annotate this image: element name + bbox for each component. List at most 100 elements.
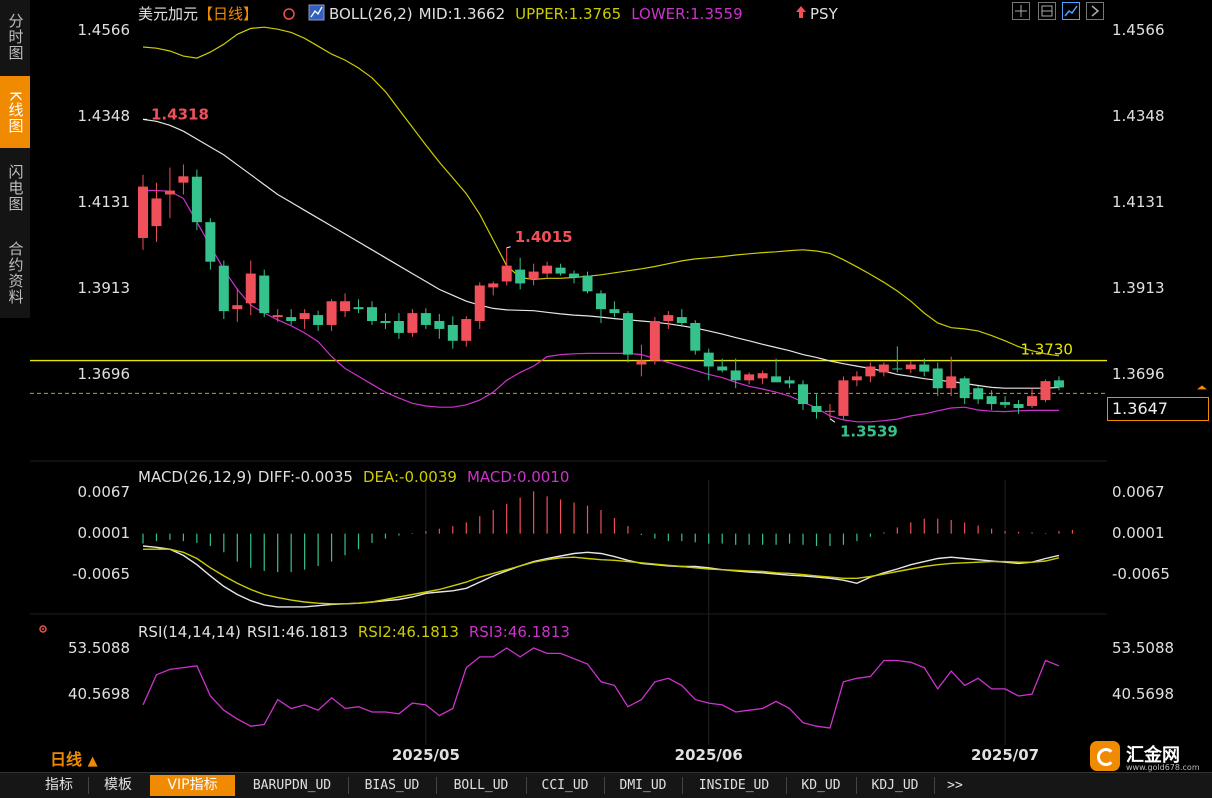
candle bbox=[407, 313, 418, 333]
candle bbox=[178, 176, 189, 183]
candle bbox=[636, 360, 647, 365]
candle bbox=[515, 269, 526, 284]
tab-kdj-ud[interactable]: KDJ_UD bbox=[860, 775, 930, 796]
candle bbox=[232, 305, 243, 310]
candle bbox=[973, 388, 984, 400]
candle bbox=[1027, 396, 1038, 407]
candle bbox=[353, 307, 364, 310]
tab-indicators[interactable]: 指标 bbox=[34, 775, 84, 796]
tab-dmi-ud[interactable]: DMI_UD bbox=[608, 775, 678, 796]
last-price-box: 1.3647 bbox=[1107, 397, 1209, 421]
psy-up-arrow-icon bbox=[796, 6, 806, 18]
candle bbox=[878, 364, 889, 373]
x-tick-2: 2025/07 bbox=[971, 746, 1039, 764]
crosshair-icon[interactable] bbox=[1012, 2, 1030, 20]
y-tick-right-3: 1.3913 bbox=[1112, 279, 1165, 297]
tab-flash-chart[interactable]: 闪电图 bbox=[0, 150, 30, 225]
candle bbox=[299, 313, 310, 320]
period-selector[interactable]: 日线 ▲ bbox=[50, 746, 98, 770]
add-indicator-icon bbox=[283, 8, 295, 20]
candle bbox=[811, 406, 822, 412]
rsi-line bbox=[142, 647, 1060, 729]
x-tick-1: 2025/06 bbox=[675, 746, 743, 764]
candle bbox=[582, 275, 593, 292]
candle bbox=[542, 265, 553, 274]
y-tick-left-3: 1.3913 bbox=[78, 279, 131, 297]
tab-bias-ud[interactable]: BIAS_UD bbox=[352, 775, 432, 796]
candle bbox=[865, 366, 876, 377]
tab-boll-ud[interactable]: BOLL_UD bbox=[440, 775, 522, 796]
candle bbox=[380, 321, 391, 323]
tab-templates[interactable]: 模板 bbox=[92, 775, 144, 796]
chart-type-icon[interactable] bbox=[1062, 2, 1080, 20]
tab-cci-ud[interactable]: CCI_UD bbox=[530, 775, 600, 796]
candle bbox=[205, 222, 216, 262]
boll-legend: BOLL(26,2) MID:1.3662 UPPER:1.3765 LOWER:1.… bbox=[329, 5, 743, 23]
y-tick-left-1: 1.4348 bbox=[78, 107, 131, 125]
candle bbox=[919, 364, 930, 372]
candle bbox=[555, 267, 566, 274]
side-tabs: 分时图 K线图 闪电图 合约资料 bbox=[0, 0, 30, 318]
candle bbox=[434, 321, 445, 329]
swing-high-label: 1.4015 bbox=[515, 228, 573, 246]
gold678-logo: 汇金网 www.gold678.com bbox=[1090, 739, 1200, 773]
candle bbox=[488, 283, 499, 288]
y-tick-left-4: 1.3696 bbox=[78, 365, 131, 383]
chart-settings-icon[interactable] bbox=[1038, 2, 1056, 20]
y-tick-left-0: 1.4566 bbox=[78, 21, 131, 39]
rsi-y-tick-right-0: 53.5088 bbox=[1112, 639, 1174, 657]
tab-time-chart[interactable]: 分时图 bbox=[0, 0, 30, 74]
y-tick-right-1: 1.4348 bbox=[1112, 107, 1165, 125]
candle bbox=[838, 380, 849, 416]
chart-canvas[interactable]: 美元加元【日线】 BOLL(26,2) MID:1.3662 UPPER:1.3765… bbox=[0, 0, 1212, 772]
candle bbox=[1053, 380, 1064, 388]
candle bbox=[1000, 402, 1011, 405]
tab-vip-indicators[interactable]: VIP指标 bbox=[150, 775, 235, 796]
last-price-marker-icon bbox=[1197, 385, 1207, 390]
candle bbox=[986, 396, 997, 405]
candle bbox=[366, 307, 377, 322]
candle bbox=[946, 376, 957, 389]
expand-icon[interactable] bbox=[1086, 2, 1104, 20]
candle bbox=[717, 366, 728, 371]
candle bbox=[676, 317, 687, 323]
boll-mid-line bbox=[142, 118, 1060, 389]
candle bbox=[595, 293, 606, 310]
candle bbox=[501, 265, 512, 282]
high-price-label: 1.4318 bbox=[151, 105, 209, 123]
rsi-y-tick-right-1: 40.5698 bbox=[1112, 685, 1174, 703]
candle bbox=[326, 301, 337, 325]
tab-kline-chart[interactable]: K线图 bbox=[0, 76, 30, 148]
low-price-label: 1.3539 bbox=[840, 423, 898, 441]
tab-kd-ud[interactable]: KD_UD bbox=[790, 775, 852, 796]
candle bbox=[959, 378, 970, 399]
candle bbox=[528, 271, 539, 280]
logo-icon bbox=[1090, 741, 1120, 771]
tab-more[interactable]: >> bbox=[938, 775, 972, 796]
rsi-y-tick-left-1: 40.5698 bbox=[68, 685, 130, 703]
candle bbox=[622, 313, 633, 355]
low-price-label-pointer bbox=[829, 418, 836, 423]
tab-inside-ud[interactable]: INSIDE_UD bbox=[686, 775, 782, 796]
candle bbox=[461, 319, 472, 341]
rsi-settings-icon[interactable] bbox=[36, 621, 50, 635]
candle bbox=[892, 368, 903, 370]
candle bbox=[649, 321, 660, 361]
candle bbox=[851, 376, 862, 381]
y-tick-right-2: 1.4131 bbox=[1112, 193, 1165, 211]
candle bbox=[932, 368, 943, 389]
candle bbox=[272, 315, 283, 318]
candle bbox=[191, 176, 202, 223]
tab-barupdn-ud[interactable]: BARUPDN_UD bbox=[240, 775, 344, 796]
period-arrow-icon: ▲ bbox=[87, 754, 98, 769]
tab-contract-info[interactable]: 合约资料 bbox=[0, 227, 30, 318]
candles-group bbox=[138, 164, 1064, 420]
macd-legend: MACD(26,12,9) DIFF:-0.0035 DEA:-0.0039 MACD… bbox=[138, 468, 569, 486]
candle bbox=[313, 315, 324, 325]
psy-legend: PSY bbox=[810, 5, 839, 23]
x-tick-0: 2025/05 bbox=[392, 746, 460, 764]
candle bbox=[474, 285, 485, 322]
macd-y-tick-left-1: 0.0001 bbox=[78, 524, 131, 542]
period-label: 日线 bbox=[50, 750, 83, 769]
macd-dea-line bbox=[143, 548, 1060, 605]
